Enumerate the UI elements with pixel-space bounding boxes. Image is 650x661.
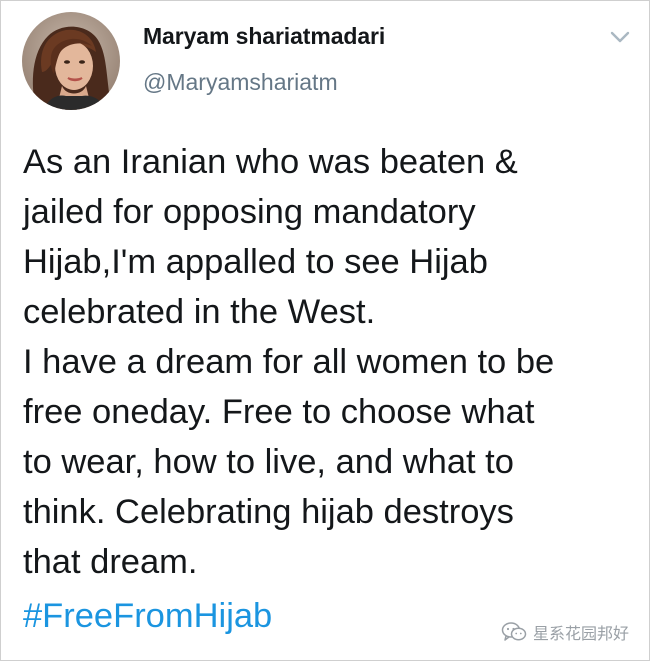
tweet-text-line: to wear, how to live, and what to bbox=[23, 443, 514, 481]
tweet-menu-button[interactable] bbox=[609, 29, 631, 45]
tweet-text-line: Hijab,I'm appalled to see Hijab bbox=[23, 243, 488, 281]
author-display-name[interactable]: Maryam shariatmadari bbox=[143, 23, 385, 50]
chevron-down-icon bbox=[610, 31, 630, 43]
avatar[interactable] bbox=[22, 12, 120, 110]
tweet-text-line: celebrated in the West. bbox=[23, 293, 376, 331]
wechat-icon bbox=[501, 622, 527, 641]
hashtag-link[interactable]: #FreeFromHijab bbox=[23, 591, 272, 641]
watermark-text: 星系花园邦好 bbox=[533, 624, 630, 643]
tweet-text-line: As an Iranian who was beaten & bbox=[23, 143, 518, 181]
tweet-text: As an Iranian who was beaten & jailed fo… bbox=[23, 137, 641, 587]
tweet-text-line: jailed for opposing mandatory bbox=[23, 193, 476, 231]
tweet-text-line: free oneday. Free to choose what bbox=[23, 393, 535, 431]
tweet-text-line: that dream. bbox=[23, 543, 198, 581]
avatar-photo bbox=[22, 12, 120, 110]
author-handle[interactable]: @Maryamshariatm bbox=[143, 69, 338, 96]
watermark: 星系花园邦好 bbox=[501, 620, 629, 644]
tweet-text-line: I have a dream for all women to be bbox=[23, 343, 555, 381]
tweet-text-line: think. Celebrating hijab destroys bbox=[23, 493, 514, 531]
tweet-card: Maryam shariatmadari @Maryamshariatm As … bbox=[0, 0, 650, 661]
